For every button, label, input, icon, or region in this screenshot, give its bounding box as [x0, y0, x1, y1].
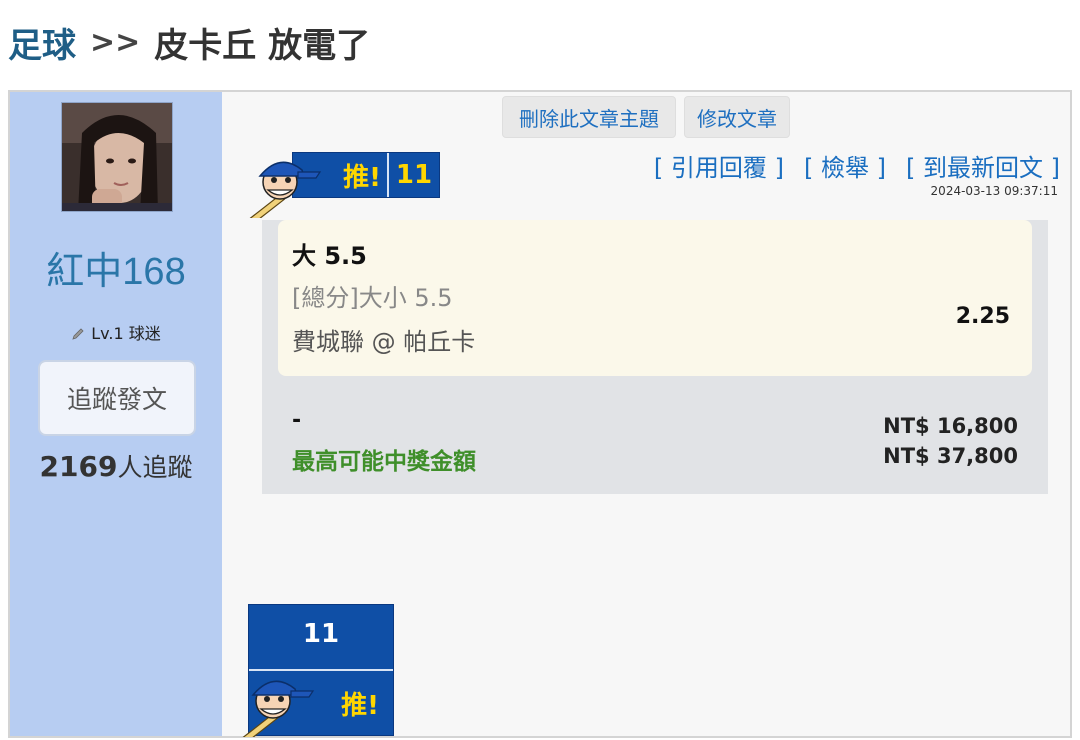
max-payout-amount: NT$ 37,800: [883, 444, 1018, 468]
follower-count: 2169人追蹤: [10, 448, 222, 484]
stake-amount: NT$ 16,800: [883, 414, 1018, 438]
post-timestamp: 2024-03-13 09:37:11: [930, 184, 1058, 198]
edit-post-button[interactable]: 修改文章: [684, 96, 790, 138]
bet-card: 大 5.5 [總分]大小 5.5 費城聯 @ 帕丘卡 2.25: [278, 220, 1032, 376]
post-frame: 紅中168 Lv.1 球迷 追蹤發文 2169人追蹤 刪除此文章主題 修改文章 …: [8, 90, 1072, 740]
bet-odds: 2.25: [955, 304, 1010, 329]
user-level: Lv.1 球迷: [10, 320, 222, 344]
bottom-push-label: 推!: [341, 691, 379, 721]
author-sidebar: 紅中168 Lv.1 球迷 追蹤發文 2169人追蹤: [10, 92, 222, 736]
bottom-push-button[interactable]: 11 推!: [240, 604, 394, 740]
avatar[interactable]: [61, 102, 173, 212]
quote-reply-link[interactable]: [ 引用回覆 ]: [654, 148, 784, 183]
report-link[interactable]: [ 檢舉 ]: [804, 148, 886, 183]
latest-reply-link[interactable]: [ 到最新回文 ]: [906, 148, 1060, 183]
bet-market: [總分]大小 5.5: [292, 284, 453, 312]
baseball-mascot-icon: [233, 667, 323, 740]
delete-topic-button[interactable]: 刪除此文章主題: [502, 96, 676, 138]
follow-posts-button[interactable]: 追蹤發文: [38, 360, 196, 436]
breadcrumb-separator: >>: [90, 24, 141, 60]
push-button[interactable]: 推! 11: [247, 152, 440, 225]
breadcrumb: 足球 >> 皮卡丘 放電了: [8, 18, 370, 66]
bet-pick: 大 5.5: [292, 242, 367, 270]
pencil-icon: [71, 326, 85, 340]
bottom-push-count: 11: [302, 619, 340, 649]
page-title: 皮卡丘 放電了: [154, 25, 371, 66]
bet-match: 費城聯 @ 帕丘卡: [292, 328, 476, 356]
user-level-text: Lv.1 球迷: [91, 324, 161, 343]
push-count: 11: [395, 160, 433, 190]
max-payout-label: 最高可能中獎金額: [292, 449, 476, 475]
stake-label: -: [292, 408, 302, 433]
breadcrumb-category[interactable]: 足球: [8, 18, 76, 67]
follower-number: 2169: [39, 450, 118, 483]
user-name[interactable]: 紅中168: [10, 240, 222, 295]
post-links: [ 引用回覆 ] [ 檢舉 ] [ 到最新回文 ]: [654, 148, 1060, 183]
bet-panel: 大 5.5 [總分]大小 5.5 費城聯 @ 帕丘卡 2.25 - NT$ 16…: [262, 220, 1048, 494]
follower-suffix: 人追蹤: [117, 453, 193, 482]
post-content: 刪除此文章主題 修改文章 推! 11 [ 引用回覆 ] [檢舉] [到最新…: [222, 92, 1070, 740]
baseball-mascot-icon: [240, 148, 330, 225]
